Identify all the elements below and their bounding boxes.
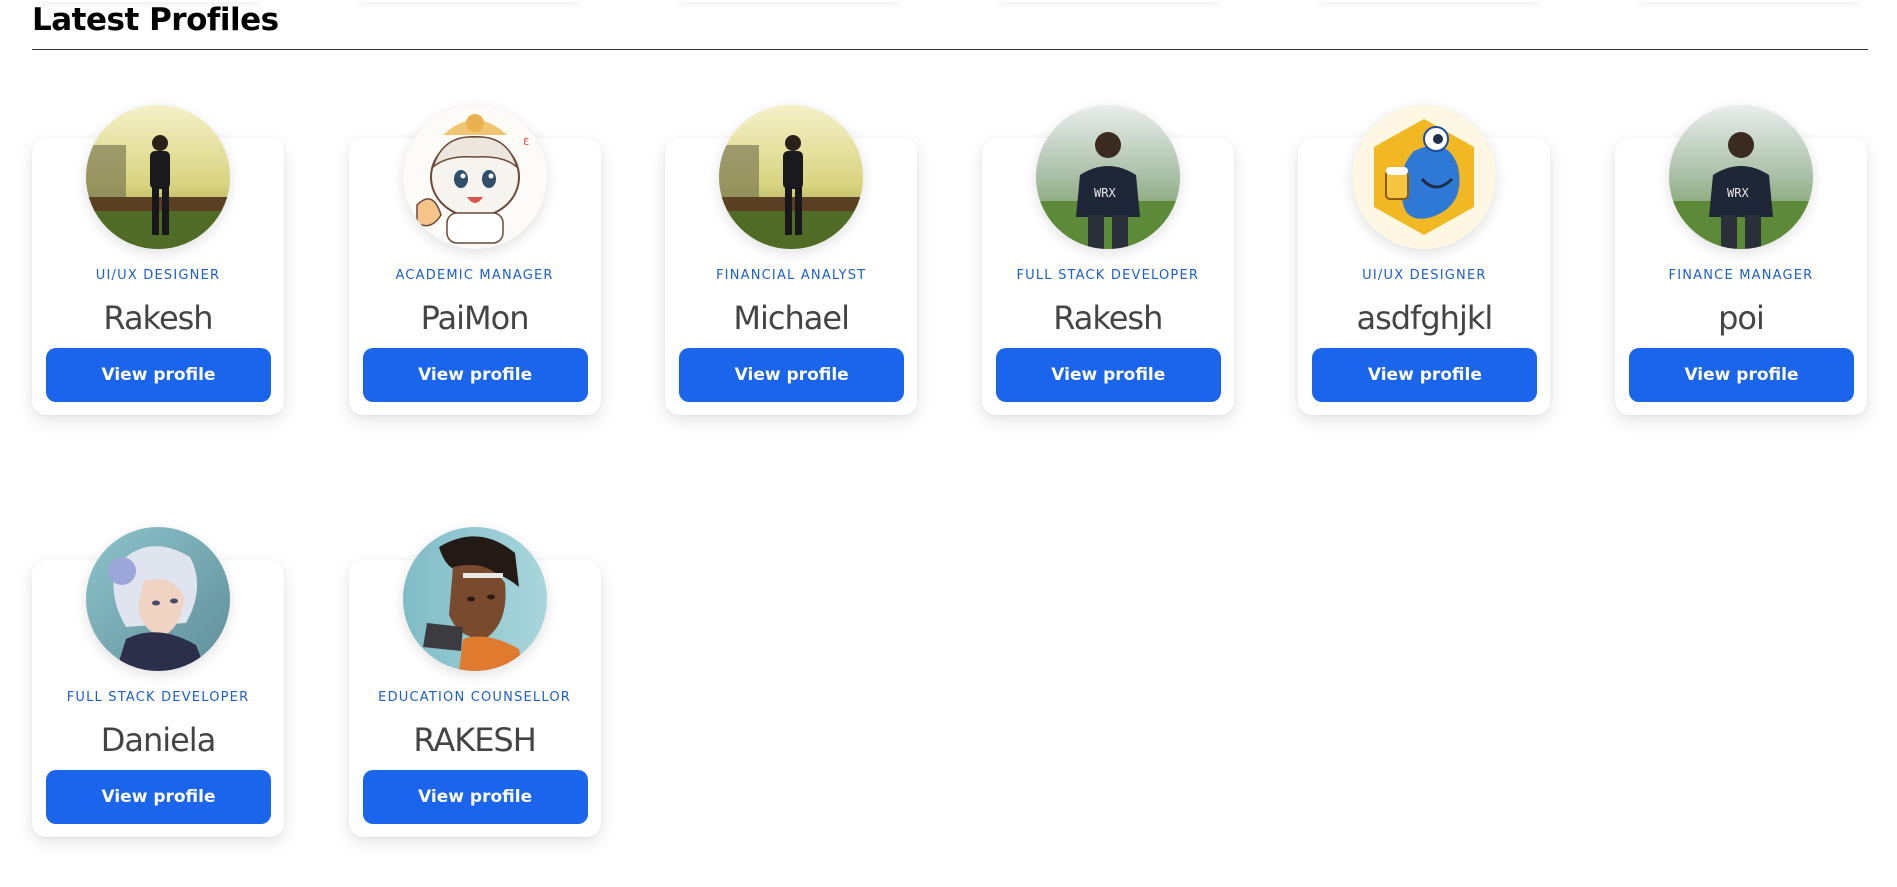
svg-text:WRX: WRX — [1727, 186, 1749, 200]
view-profile-button[interactable]: View profile — [46, 770, 271, 824]
view-profile-button[interactable]: View profile — [362, 770, 588, 824]
blue-mascot-hexagon-logo-icon — [1352, 105, 1497, 249]
view-profile-button[interactable]: View profile — [1628, 348, 1854, 402]
man-tea-garden-photo-icon: WRX — [1035, 105, 1180, 249]
profile-avatar: WRX — [1035, 105, 1180, 249]
view-profile-button[interactable]: View profile — [1312, 348, 1538, 402]
profile-role: FINANCIAL ANALYST — [715, 268, 867, 283]
view-profile-button[interactable]: View profile — [46, 348, 271, 402]
profile-card: UI/UX DESIGNER Rakesh View profile — [32, 105, 284, 415]
silver-haired-game-character-icon — [86, 527, 230, 671]
profile-card: EDUCATION COUNSELLOR RAKESH View profile — [348, 527, 601, 837]
anime-character-illustration-icon: ε — [402, 105, 547, 249]
profile-role: ACADEMIC MANAGER — [395, 268, 554, 283]
man-tea-garden-photo-icon: WRX — [1668, 105, 1813, 249]
profile-name: Rakesh — [1053, 299, 1163, 337]
view-profile-button[interactable]: View profile — [995, 348, 1221, 402]
profile-card-grid: UI/UX DESIGNER Rakesh View profile ε ACA… — [32, 105, 1872, 837]
profile-name: poi — [1718, 299, 1765, 337]
profile-card: WRX FULL STACK DEVELOPER Rakesh View pro… — [981, 105, 1234, 415]
profile-avatar — [719, 105, 864, 249]
profile-role: FULL STACK DEVELOPER — [1016, 268, 1200, 283]
man-standing-field-photo-icon — [86, 105, 230, 249]
profile-avatar — [1352, 105, 1497, 249]
profile-role: UI/UX DESIGNER — [1362, 268, 1487, 283]
profile-name: Michael — [733, 299, 850, 337]
profile-name: RAKESH — [413, 721, 536, 759]
profile-role: EDUCATION COUNSELLOR — [378, 690, 572, 705]
profile-name: Rakesh — [103, 299, 213, 337]
profile-name: Daniela — [100, 721, 217, 759]
profile-role: UI/UX DESIGNER — [95, 268, 221, 283]
profile-avatar — [402, 527, 547, 671]
previous-section-card-edges — [0, 0, 1897, 4]
section-divider — [32, 49, 1868, 50]
profile-avatar: WRX — [1668, 105, 1813, 249]
profile-card: ε ACADEMIC MANAGER PaiMon View profile — [348, 105, 601, 415]
profile-card: FINANCIAL ANALYST Michael View profile — [665, 105, 918, 415]
profile-name: asdfghjkl — [1356, 299, 1493, 337]
svg-text:WRX: WRX — [1094, 186, 1116, 200]
profile-avatar — [86, 527, 230, 671]
section-title: Latest Profiles — [32, 2, 279, 38]
svg-text:ε: ε — [523, 134, 530, 148]
game-character-portrait-icon — [402, 527, 547, 671]
profile-card: WRX FINANCE MANAGER poi View profile — [1614, 105, 1867, 415]
profile-role: FINANCE MANAGER — [1668, 268, 1814, 283]
profile-card: UI/UX DESIGNER asdfghjkl View profile — [1298, 105, 1551, 415]
profile-avatar — [86, 105, 230, 249]
profile-name: PaiMon — [420, 299, 530, 337]
view-profile-button[interactable]: View profile — [362, 348, 588, 402]
view-profile-button[interactable]: View profile — [679, 348, 905, 402]
profile-card: FULL STACK DEVELOPER Daniela View profil… — [32, 527, 284, 837]
man-standing-field-photo-icon — [719, 105, 864, 249]
profile-avatar: ε — [402, 105, 547, 249]
profile-role: FULL STACK DEVELOPER — [66, 690, 250, 705]
